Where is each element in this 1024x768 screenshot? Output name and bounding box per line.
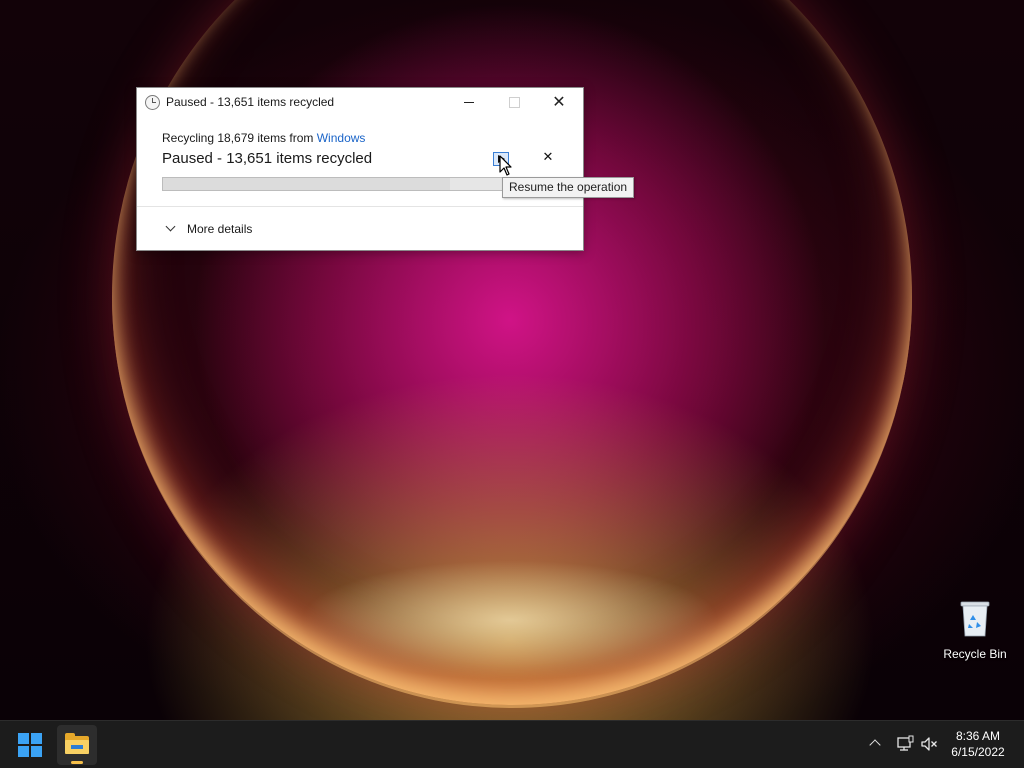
minimize-button[interactable]: [447, 88, 491, 116]
cancel-operation-button[interactable]: ✕: [541, 150, 555, 166]
file-explorer-taskbar-button[interactable]: [57, 725, 97, 765]
clock-time: 8:36 AM: [955, 729, 1001, 743]
windows-logo-icon: [18, 733, 29, 744]
show-hidden-icons-chevron-icon[interactable]: [869, 739, 881, 751]
resume-tooltip: Resume the operation: [502, 177, 635, 198]
dialog-titlebar[interactable]: Paused - 13,651 items recycled ✕: [137, 88, 583, 116]
windows-logo-pane: [31, 733, 42, 744]
network-icon[interactable]: [896, 735, 914, 753]
taskbar: 8:36 AM 6/15/2022: [0, 720, 1024, 768]
volume-muted-icon[interactable]: [920, 735, 938, 753]
active-app-indicator: [71, 761, 83, 764]
recycling-summary: Recycling 18,679 items from Windows: [162, 131, 365, 145]
source-location-link[interactable]: Windows: [317, 131, 366, 145]
progress-bar: [162, 177, 557, 191]
more-details-label: More details: [187, 222, 253, 236]
wallpaper-glow: [300, 560, 720, 680]
start-button[interactable]: [18, 733, 42, 757]
close-button[interactable]: ✕: [537, 88, 581, 116]
clock-icon: [145, 95, 160, 110]
windows-logo-pane: [31, 746, 42, 757]
recycling-text: Recycling 18,679 items from: [162, 131, 317, 145]
minimize-icon: [464, 102, 474, 103]
delete-progress-dialog: Paused - 13,651 items recycled ✕ Recycli…: [136, 87, 584, 251]
clock-date: 6/15/2022: [951, 745, 1005, 759]
recycle-bin-label: Recycle Bin: [943, 647, 1007, 661]
maximize-button: [492, 88, 536, 116]
windows-logo-pane: [18, 746, 29, 757]
maximize-icon: [509, 97, 520, 108]
folder-icon-stripe: [71, 745, 83, 749]
chevron-down-icon: [165, 221, 176, 232]
progress-fill: [163, 178, 450, 190]
operation-status: Paused - 13,651 items recycled: [162, 150, 373, 167]
taskbar-clock[interactable]: 8:36 AM 6/15/2022: [944, 728, 1012, 760]
desktop-icon-recycle-bin[interactable]: Recycle Bin: [940, 596, 1010, 661]
close-icon: ✕: [552, 92, 566, 111]
dialog-title: Paused - 13,651 items recycled: [166, 95, 335, 109]
mouse-cursor-icon: [499, 155, 512, 176]
recycle-bin-icon: [960, 601, 990, 637]
divider: [137, 206, 583, 207]
